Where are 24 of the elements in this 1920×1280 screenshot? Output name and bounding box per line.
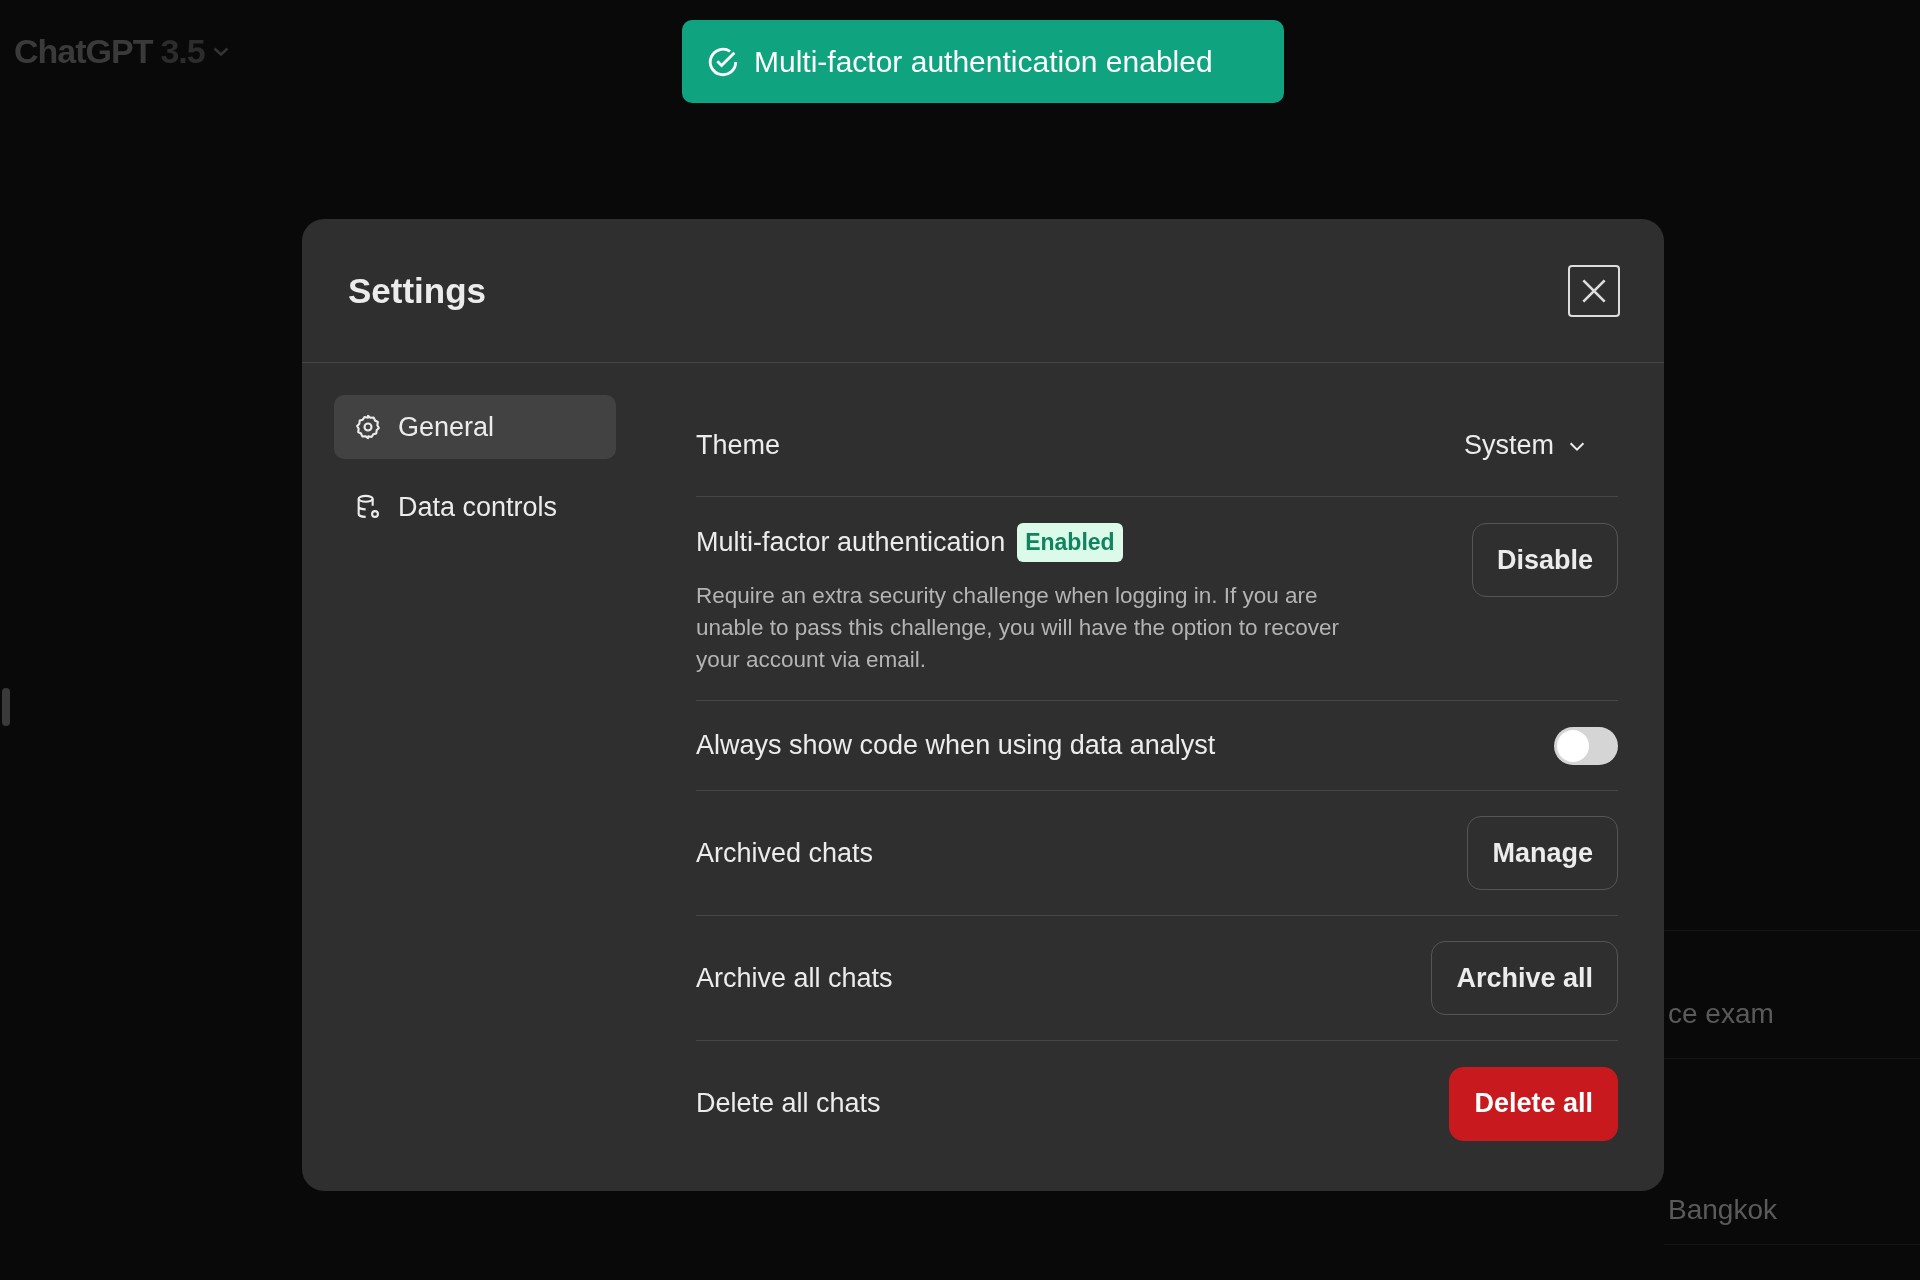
dialog-title: Settings bbox=[348, 270, 487, 311]
setting-label: Always show code when using data analyst bbox=[696, 730, 1216, 761]
gear-icon bbox=[354, 413, 382, 441]
toast-message: Multi-factor authentication enabled bbox=[754, 44, 1213, 79]
background-chat-title: ce exam bbox=[1668, 998, 1774, 1030]
chevron-down-icon bbox=[212, 47, 229, 56]
action-button[interactable]: Disable bbox=[1471, 523, 1618, 597]
status-badge: Enabled bbox=[1017, 523, 1123, 562]
close-button[interactable] bbox=[1568, 264, 1620, 317]
setting-label: Archive all chats bbox=[696, 962, 893, 994]
background-chat-title: Bangkok bbox=[1668, 1194, 1777, 1226]
sidebar-tab[interactable]: Data controls bbox=[334, 475, 616, 539]
action-button[interactable]: Archive all bbox=[1431, 941, 1618, 1015]
action-button[interactable]: Manage bbox=[1467, 816, 1618, 890]
theme-select[interactable]: System bbox=[1463, 430, 1618, 461]
sidebar-handle[interactable] bbox=[2, 688, 10, 726]
setting-label: Theme bbox=[696, 430, 781, 461]
setting-label: Archived chats bbox=[696, 837, 874, 869]
setting-label: Multi-factor authentication bbox=[696, 527, 1006, 558]
toggle-switch[interactable] bbox=[1554, 726, 1618, 765]
setting-label: Delete all chats bbox=[696, 1088, 881, 1119]
sidebar-tab[interactable]: General bbox=[334, 395, 616, 459]
setting-description: Require an extra security challenge when logging in. If you are unable to pass this challenge, you will have the option to recover your account via email. bbox=[696, 582, 1340, 674]
delete-button[interactable]: Delete all bbox=[1449, 1066, 1618, 1141]
